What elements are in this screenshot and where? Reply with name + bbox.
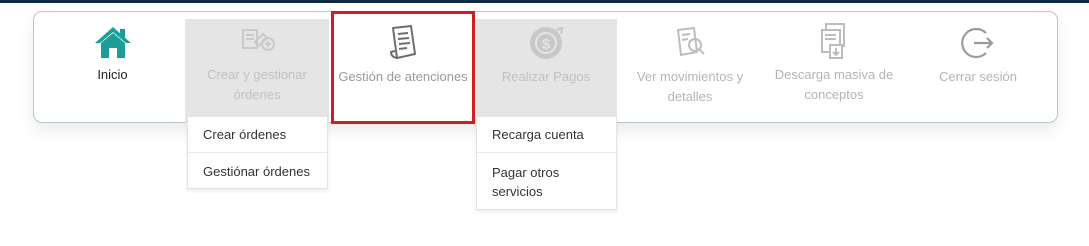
nav-item-ver-movimientos[interactable]: Ver movimientos y detalles <box>618 19 762 123</box>
logout-icon <box>961 27 994 59</box>
nav-item-crear-gestionar-ordenes[interactable]: Crear y gestionar órdenes <box>185 19 329 123</box>
nav-label-realizar-pagos: Realizar Pagos <box>501 69 591 84</box>
nav-label-inicio: Inicio <box>97 67 128 82</box>
search-document-icon <box>676 26 705 57</box>
menu-item-gestionar-ordenes[interactable]: Gestiónar órdenes <box>188 153 327 189</box>
nav-label-crear-gestionar-ordenes: Crear y gestionar órdenes <box>207 67 307 102</box>
home-icon <box>94 27 131 58</box>
orders-dropdown-menu: Crear órdenes Gestiónar órdenes <box>187 116 328 189</box>
top-border <box>0 0 1089 3</box>
payments-dropdown-menu: Recarga cuenta Pagar otros servicios <box>476 116 617 210</box>
nav-item-descarga-masiva[interactable]: Descarga masiva de conceptos <box>762 19 906 123</box>
nav-label-ver-movimientos: Ver movimientos y detalles <box>636 69 744 104</box>
nav-label-cerrar-sesion: Cerrar sesión <box>938 69 1018 84</box>
orders-icon <box>242 29 275 51</box>
nav-item-inicio[interactable]: Inicio <box>40 19 185 123</box>
svg-text:$: $ <box>542 36 551 53</box>
document-icon <box>390 25 416 59</box>
payment-icon: $ <box>530 26 564 59</box>
nav-item-gestion-atenciones[interactable]: Gestión de atenciones <box>332 19 474 123</box>
download-document-icon <box>821 23 845 59</box>
menu-item-pagar-otros-servicios[interactable]: Pagar otros servicios <box>477 153 616 210</box>
menu-item-recarga-cuenta[interactable]: Recarga cuenta <box>477 117 616 153</box>
nav-label-gestion-atenciones: Gestión de atenciones <box>338 69 468 84</box>
menu-item-crear-ordenes[interactable]: Crear órdenes <box>188 117 327 153</box>
nav-item-cerrar-sesion[interactable]: Cerrar sesión <box>906 19 1050 123</box>
nav-label-descarga-masiva: Descarga masiva de conceptos <box>774 67 894 102</box>
nav-item-realizar-pagos[interactable]: $ Realizar Pagos <box>475 19 617 123</box>
